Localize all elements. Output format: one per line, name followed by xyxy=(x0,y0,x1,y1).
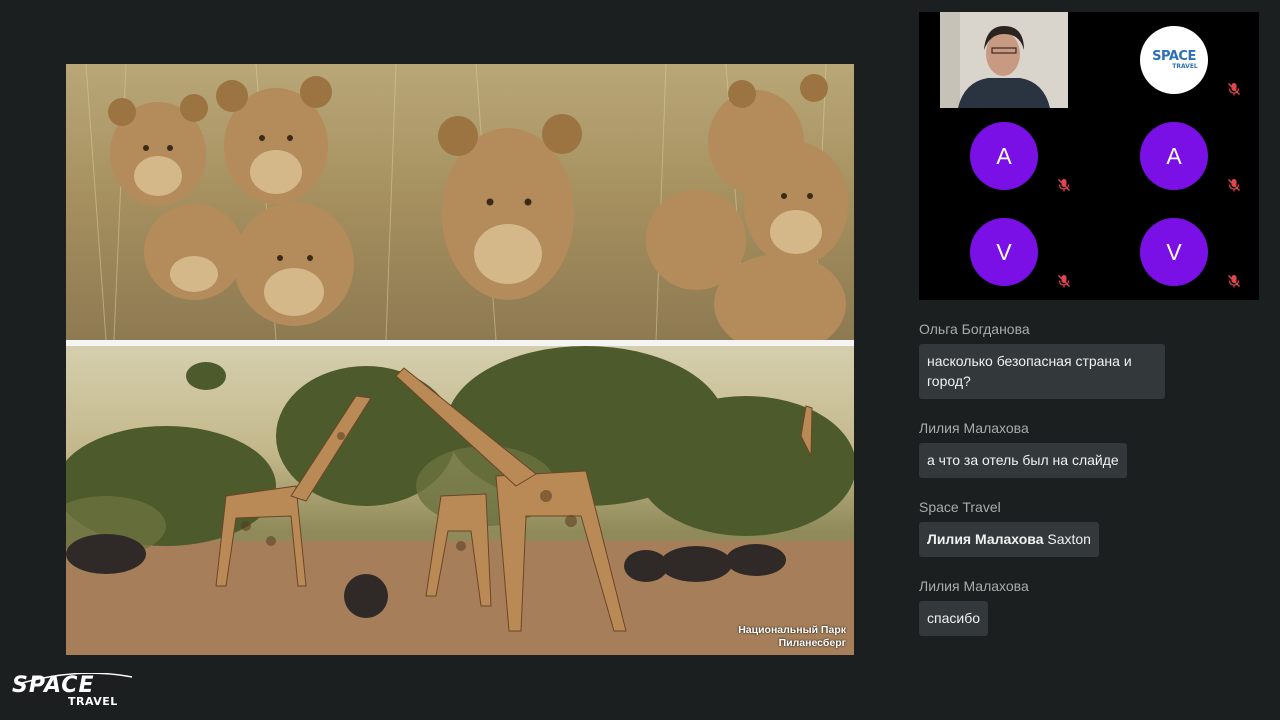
chat-mention[interactable]: Лилия Малахова xyxy=(927,531,1043,547)
chat-bubble[interactable]: насколько безопасная страна и город? xyxy=(919,344,1165,399)
mic-off-icon xyxy=(1058,179,1070,192)
chat-sender: Лилия Малахова xyxy=(919,420,1029,436)
caption-line-2: Пиланесберг xyxy=(778,637,846,649)
mic-off-icon xyxy=(1228,83,1240,96)
mic-off-icon xyxy=(1228,179,1240,192)
participant-avatar: A xyxy=(1140,122,1208,190)
chat-sender: Space Travel xyxy=(919,499,1001,515)
participants-video-grid: SPACE TRAVEL A A V V xyxy=(919,12,1259,300)
caption-line-1: Национальный Парк xyxy=(738,624,846,636)
chat-panel: Ольга Богданова насколько безопасная стр… xyxy=(919,318,1264,654)
participant-avatar: A xyxy=(970,122,1038,190)
logo-swoosh-icon xyxy=(21,673,133,684)
logo-subword: TRAVEL xyxy=(68,695,118,708)
mic-off-icon xyxy=(1228,275,1240,288)
mic-off-icon xyxy=(1058,275,1070,288)
participant-tile[interactable]: A xyxy=(919,108,1089,204)
participant-tile[interactable]: A xyxy=(1089,108,1259,204)
chat-bubble[interactable]: спасибо xyxy=(919,601,988,636)
participant-avatar: V xyxy=(970,218,1038,286)
chat-message: Ольга Богданова насколько безопасная стр… xyxy=(919,318,1264,399)
chat-message: Space Travel Лилия Малахова Saxton xyxy=(919,496,1264,557)
speaker-silhouette-icon xyxy=(940,12,1068,108)
slide-caption: Национальный Парк Пиланесберг xyxy=(738,624,846,650)
host-video-tile[interactable]: SPACE TRAVEL xyxy=(1089,12,1259,108)
host-avatar-subword: TRAVEL xyxy=(1172,62,1198,70)
speaker-video-tile[interactable] xyxy=(919,12,1089,108)
host-avatar: SPACE TRAVEL xyxy=(1140,26,1208,94)
participant-avatar: V xyxy=(1140,218,1208,286)
presentation-slide: Национальный Парк Пиланесберг xyxy=(66,64,854,655)
lions-photo xyxy=(66,64,854,340)
giraffes-photo xyxy=(66,346,854,655)
chat-sender: Ольга Богданова xyxy=(919,321,1030,337)
chat-bubble[interactable]: Лилия Малахова Saxton xyxy=(919,522,1099,557)
space-travel-logo: SPACE TRAVEL xyxy=(12,673,134,711)
chat-message: Лилия Малахова спасибо xyxy=(919,575,1264,636)
host-avatar-word: SPACE xyxy=(1152,48,1196,64)
chat-message: Лилия Малахова а что за отель был на сла… xyxy=(919,417,1264,478)
chat-bubble[interactable]: а что за отель был на слайде xyxy=(919,443,1127,478)
chat-bubble-text: Saxton xyxy=(1043,531,1091,547)
chat-sender: Лилия Малахова xyxy=(919,578,1029,594)
webcam-feed xyxy=(940,12,1068,108)
participant-tile[interactable]: V xyxy=(919,204,1089,300)
participant-tile[interactable]: V xyxy=(1089,204,1259,300)
